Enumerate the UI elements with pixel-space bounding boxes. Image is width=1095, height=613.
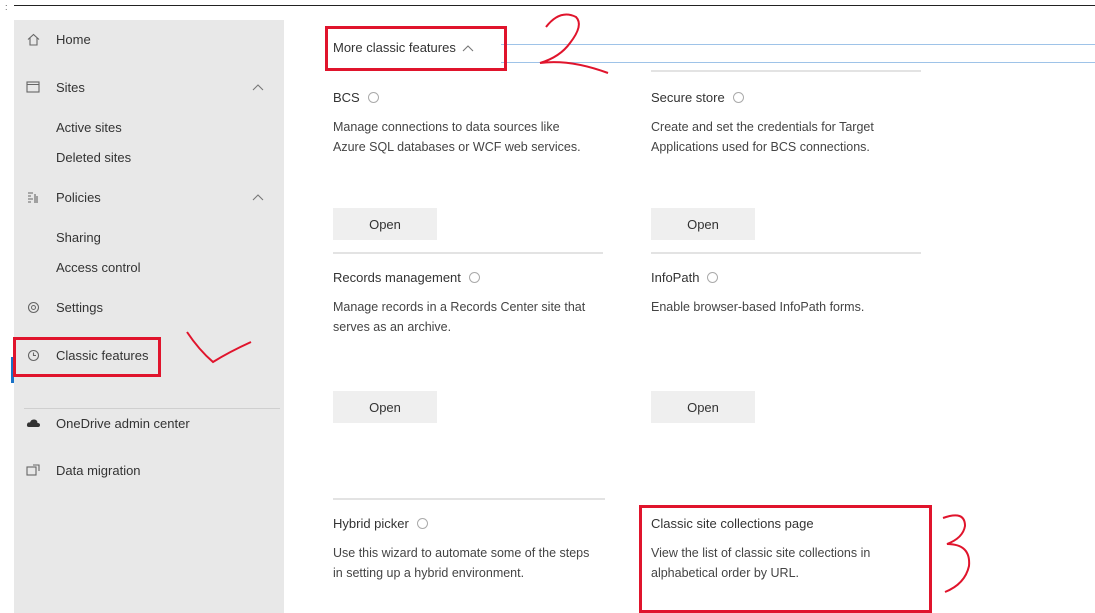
main-content: More classic features BCS Manage connect… xyxy=(285,13,1095,613)
nav-settings[interactable]: Settings xyxy=(14,292,103,322)
nav-sharing[interactable]: Sharing xyxy=(56,226,101,248)
info-icon[interactable] xyxy=(732,92,744,103)
card-infopath: InfoPath Enable browser-based InfoPath f… xyxy=(651,270,911,317)
nav-settings-label: Settings xyxy=(56,299,103,315)
nav-home-label: Home xyxy=(56,31,91,47)
card-hybrid-picker: Hybrid picker Use this wizard to automat… xyxy=(333,516,593,583)
card-divider xyxy=(333,498,605,500)
card-title: Secure store xyxy=(651,90,725,105)
nav-data-migration-label: Data migration xyxy=(56,462,141,478)
bcs-open-button[interactable]: Open xyxy=(333,208,437,240)
card-description: View the list of classic site collection… xyxy=(651,546,871,580)
card-description: Manage records in a Records Center site … xyxy=(333,300,586,334)
card-divider xyxy=(651,252,921,254)
history-icon xyxy=(24,349,42,362)
nav-policies-label: Policies xyxy=(56,189,101,205)
info-icon[interactable] xyxy=(416,518,428,529)
card-divider xyxy=(333,252,603,254)
top-border xyxy=(14,5,1095,6)
gear-icon xyxy=(24,301,42,314)
chevron-up-icon xyxy=(462,40,474,55)
secure-store-open-button[interactable]: Open xyxy=(651,208,755,240)
left-navigation: Home Sites Active sites Deleted sites Po… xyxy=(11,20,284,613)
nav-sites-label: Sites xyxy=(56,79,85,95)
cloud-icon xyxy=(24,418,42,428)
card-title: BCS xyxy=(333,90,360,105)
info-icon[interactable] xyxy=(707,272,719,283)
records-management-open-button[interactable]: Open xyxy=(333,391,437,423)
section-divider-top xyxy=(501,44,1095,45)
card-description: Create and set the credentials for Targe… xyxy=(651,120,874,154)
nav-access-control[interactable]: Access control xyxy=(56,256,141,278)
card-classic-site-collections[interactable]: Classic site collections page View the l… xyxy=(651,516,911,583)
nav-onedrive-admin[interactable]: OneDrive admin center xyxy=(14,408,190,438)
more-classic-features-toggle[interactable]: More classic features xyxy=(333,40,474,55)
nav-home[interactable]: Home xyxy=(14,24,91,54)
card-description: Enable browser-based InfoPath forms. xyxy=(651,300,865,314)
sites-icon xyxy=(24,81,42,93)
infopath-open-button[interactable]: Open xyxy=(651,391,755,423)
corner-mark: : xyxy=(5,2,8,12)
nav-classic-features[interactable]: Classic features xyxy=(14,340,148,370)
toggle-label: More classic features xyxy=(333,40,456,55)
card-title: Records management xyxy=(333,270,461,285)
nav-data-migration[interactable]: Data migration xyxy=(14,455,141,485)
migration-icon xyxy=(24,464,42,476)
nav-classic-features-label: Classic features xyxy=(56,347,149,363)
info-icon[interactable] xyxy=(468,272,480,283)
home-icon xyxy=(24,33,42,46)
card-description: Use this wizard to automate some of the … xyxy=(333,546,590,580)
section-divider-bottom xyxy=(501,62,1095,63)
nav-onedrive-label: OneDrive admin center xyxy=(56,415,190,431)
card-divider xyxy=(651,70,921,72)
info-icon[interactable] xyxy=(367,92,379,103)
annotation-number-1 xyxy=(186,331,252,364)
nav-deleted-sites[interactable]: Deleted sites xyxy=(56,146,131,168)
card-title: Classic site collections page xyxy=(651,516,814,531)
nav-active-sites[interactable]: Active sites xyxy=(56,116,122,138)
card-title: InfoPath xyxy=(651,270,700,285)
annotation-number-2 xyxy=(539,13,609,74)
card-title: Hybrid picker xyxy=(333,516,409,531)
annotation-number-3 xyxy=(942,514,971,593)
card-bcs: BCS Manage connections to data sources l… xyxy=(333,90,593,157)
chevron-up-icon[interactable] xyxy=(252,80,264,94)
card-secure-store: Secure store Create and set the credenti… xyxy=(651,90,911,157)
card-description: Manage connections to data sources like … xyxy=(333,120,581,154)
policies-icon xyxy=(24,191,42,204)
nav-policies[interactable]: Policies xyxy=(14,182,284,212)
card-records-management: Records management Manage records in a R… xyxy=(333,270,593,337)
chevron-up-icon[interactable] xyxy=(252,190,264,204)
nav-sites[interactable]: Sites xyxy=(14,72,284,102)
